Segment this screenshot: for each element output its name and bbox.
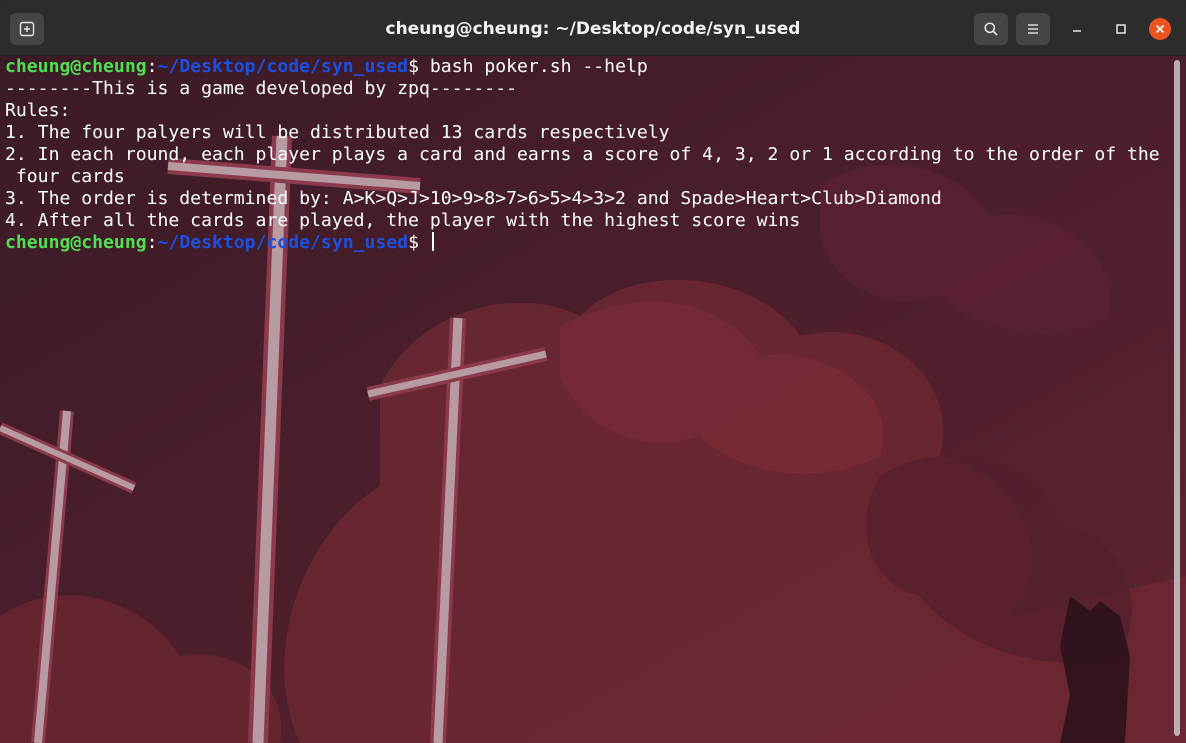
prompt-separator: : [146,232,158,253]
output-line: 3. The order is determined by: A>K>Q>J>1… [5,188,942,209]
hamburger-menu-icon [1028,24,1038,34]
search-button[interactable] [974,13,1008,45]
command-text: bash poker.sh --help [429,56,648,77]
text-cursor [431,232,434,251]
new-tab-button[interactable] [10,13,44,45]
new-tab-icon [19,21,35,37]
prompt-path: ~/Desktop/code/syn_used [157,56,409,77]
maximize-icon [1116,24,1126,34]
terminal-output: cheung@cheung:~/Desktop/code/syn_used$ b… [5,56,1172,254]
close-button[interactable] [1149,18,1171,40]
close-icon [1155,24,1165,34]
terminal-window: cheung@cheung: ~/Desktop/code/syn_used c… [0,0,1186,743]
title-bar[interactable]: cheung@cheung: ~/Desktop/code/syn_used [0,0,1186,56]
output-line: 4. After all the cards are played, the p… [5,210,801,231]
output-line: 2. In each round, each player plays a ca… [5,144,1160,165]
command-line: cheung@cheung:~/Desktop/code/syn_used$ b… [5,56,1172,78]
menu-button[interactable] [1016,13,1050,45]
active-prompt-line[interactable]: cheung@cheung:~/Desktop/code/syn_used$ [5,232,1172,254]
window-title: cheung@cheung: ~/Desktop/code/syn_used [385,19,801,39]
prompt-user: cheung@cheung [5,232,147,253]
output-line: four cards [5,166,125,187]
minimize-icon [1073,30,1081,32]
prompt-separator: : [146,56,158,77]
maximize-button[interactable] [1110,18,1132,40]
terminal-area[interactable]: cheung@cheung:~/Desktop/code/syn_used$ b… [0,56,1186,743]
minimize-button[interactable] [1066,18,1088,40]
output-line: --------This is a game developed by zpq-… [5,78,517,99]
search-icon [984,22,998,36]
prompt-user: cheung@cheung [5,56,147,77]
output-line: 1. The four palyers will be distributed … [5,122,670,143]
prompt-path: ~/Desktop/code/syn_used [157,232,409,253]
prompt-symbol: $ [408,56,430,77]
scrollbar[interactable] [1174,60,1180,736]
prompt-symbol: $ [408,232,430,253]
output-line: Rules: [5,100,71,121]
